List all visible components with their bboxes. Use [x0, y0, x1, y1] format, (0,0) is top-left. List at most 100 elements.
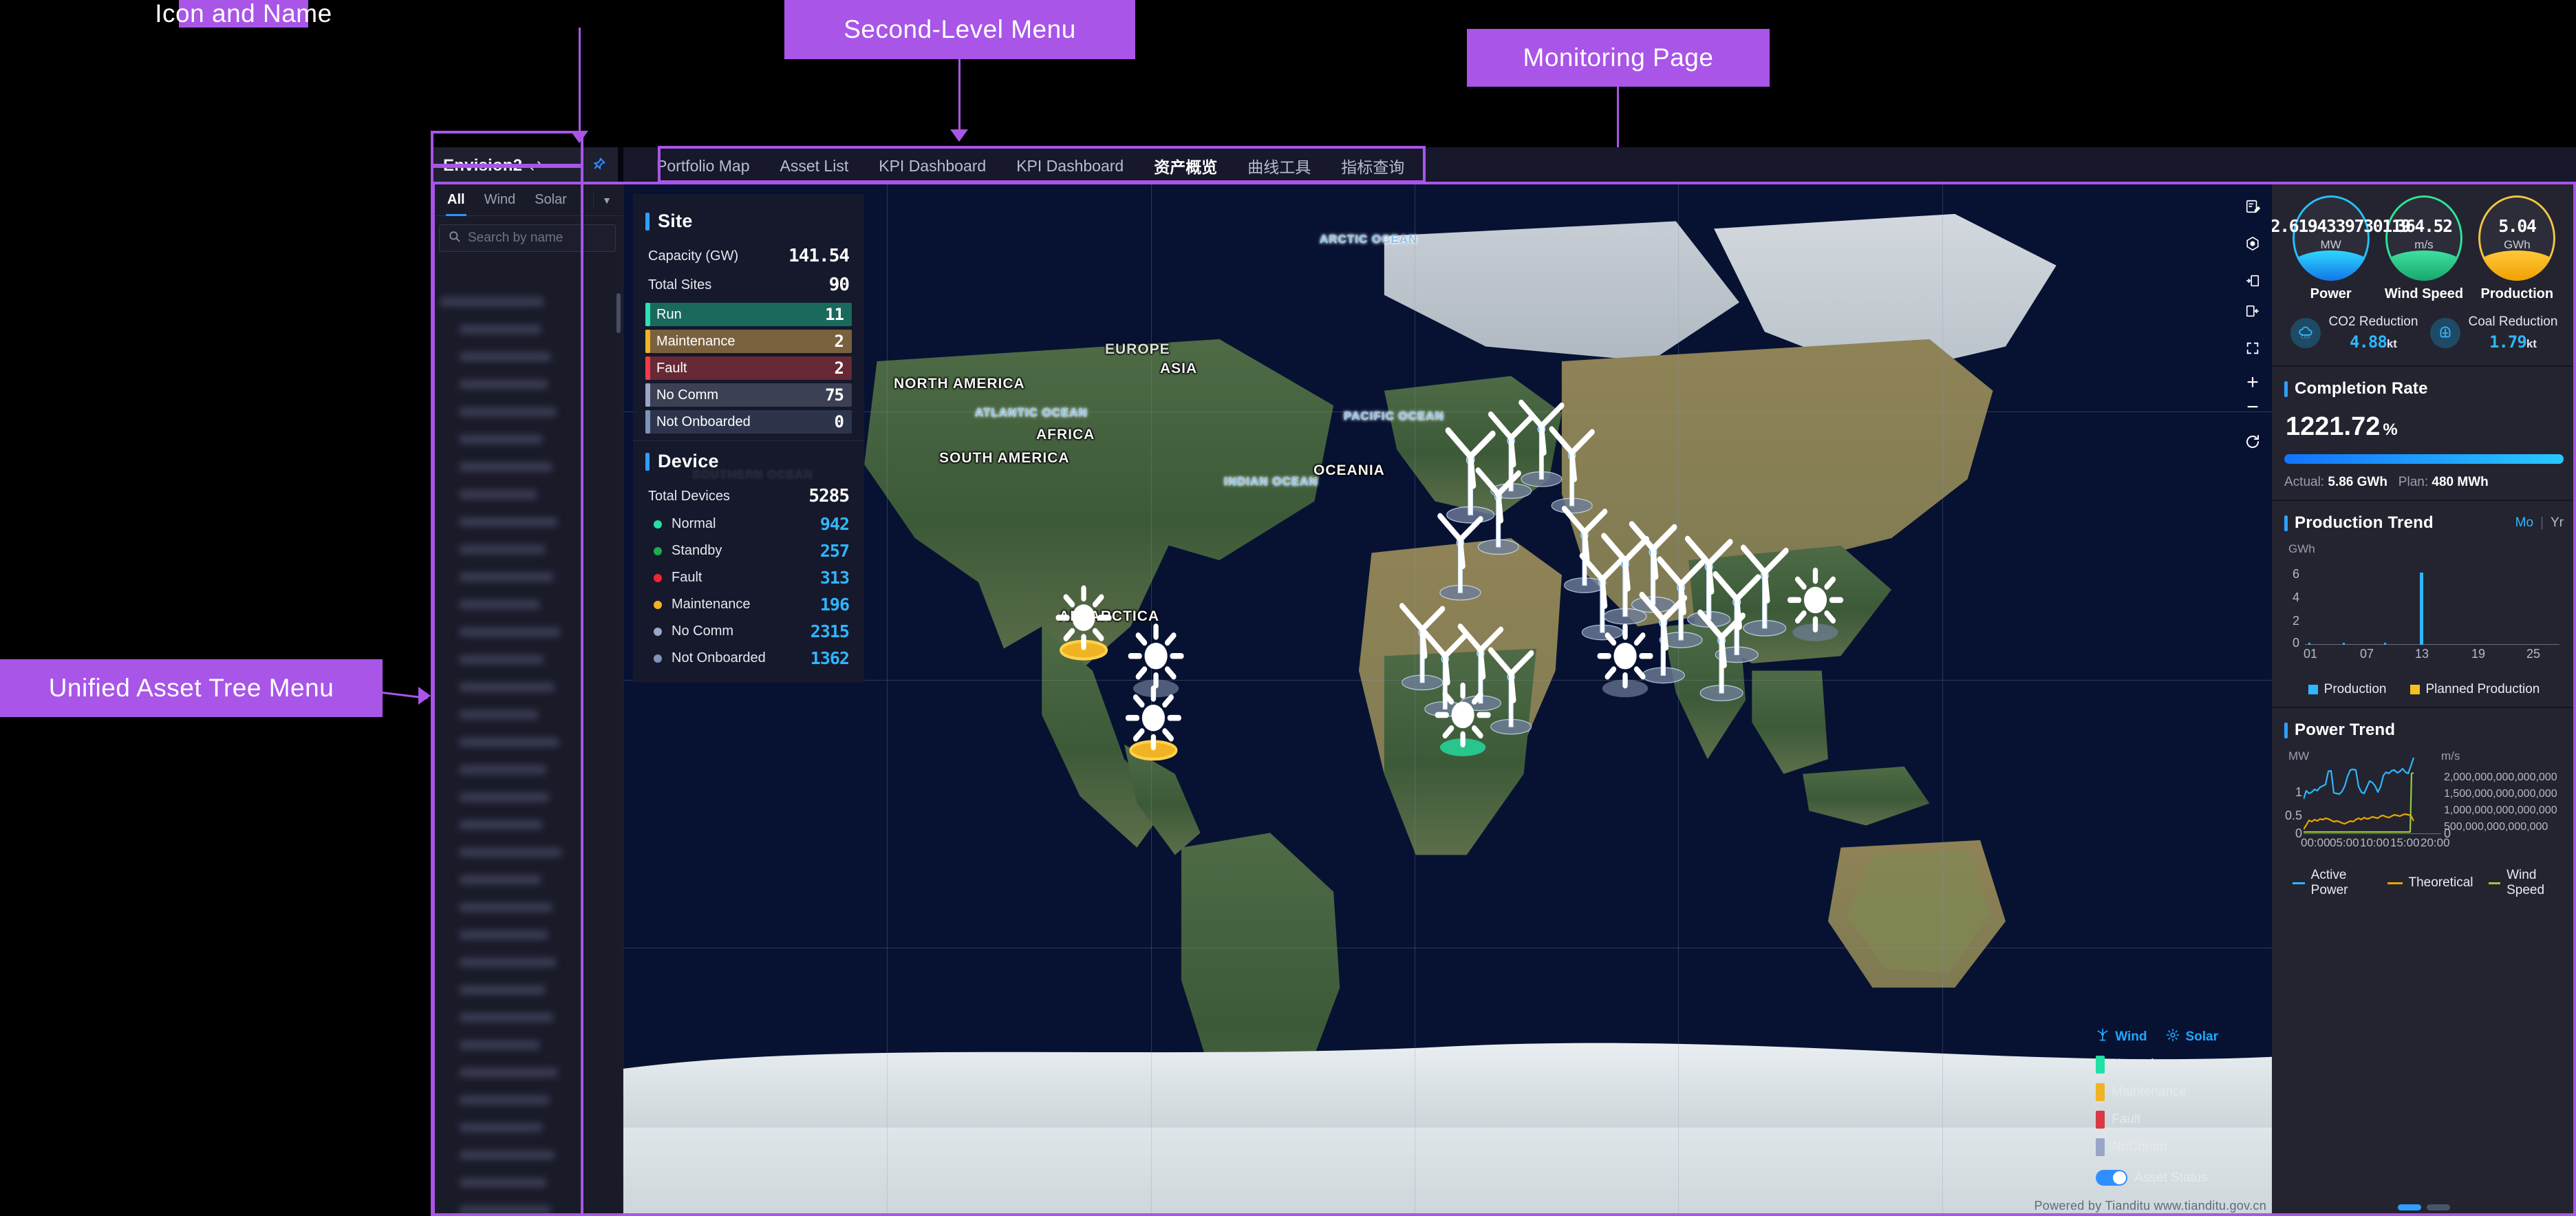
list-item[interactable]	[432, 508, 623, 535]
menu-item-asset-list[interactable]: Asset List	[765, 147, 864, 184]
site-status-no-comm[interactable]: No Comm 75	[645, 383, 852, 407]
list-item[interactable]	[432, 1003, 623, 1031]
menu-item-metric-query[interactable]: 指标查询	[1326, 147, 1419, 184]
list-item[interactable]	[432, 1031, 623, 1058]
gauge-power[interactable]: 632.6194339730119 MW Power	[2286, 195, 2376, 302]
device-row-maintenance[interactable]: Maintenance196	[633, 591, 864, 618]
legend-status-nocomm[interactable]: NoComm	[2096, 1138, 2218, 1156]
gauge-production[interactable]: 5.04 GWh Production	[2472, 195, 2562, 302]
legend-active-power[interactable]: Active Power	[2293, 868, 2372, 898]
menu-item-asset-overview[interactable]: 资产概览	[1139, 147, 1232, 184]
brand-block[interactable]: Envision2 ⇌	[432, 147, 618, 184]
pin-icon[interactable]	[592, 156, 607, 175]
map-canvas[interactable]: ARCTIC OCEAN ATLANTIC OCEAN PACIFIC OCEA…	[623, 184, 2272, 1216]
expand-left-panel-icon[interactable]	[2237, 266, 2268, 296]
device-row-no-comm[interactable]: No Comm2315	[633, 618, 864, 645]
annotation-leader-line	[958, 59, 960, 131]
rail-pagination[interactable]	[2398, 1204, 2450, 1210]
device-row-fault[interactable]: Fault313	[633, 564, 864, 591]
reset-view-icon[interactable]	[2237, 427, 2268, 457]
legend-theoretical[interactable]: Theoretical	[2387, 868, 2473, 898]
search-box[interactable]	[439, 224, 616, 252]
list-item[interactable]	[432, 480, 623, 508]
menu-item-kpi-dashboard-1[interactable]: KPI Dashboard	[863, 147, 1001, 184]
list-item[interactable]	[432, 1113, 623, 1141]
legend-wind[interactable]: Wind	[2096, 1028, 2147, 1046]
list-item[interactable]	[432, 563, 623, 590]
asset-tree-tab-wind[interactable]: Wind	[475, 184, 526, 216]
asset-tree-list[interactable]	[432, 288, 623, 1216]
site-status-not-onboarded[interactable]: Not Onboarded 0	[645, 410, 852, 434]
zoom-out-icon[interactable]: −	[2237, 395, 2268, 420]
site-status-maintenance[interactable]: Maintenance 2	[645, 330, 852, 353]
legend-solar[interactable]: Solar	[2166, 1028, 2218, 1046]
annotation-arrow	[950, 129, 968, 142]
portfolio-map[interactable]: ARCTIC OCEAN ATLANTIC OCEAN PACIFIC OCEA…	[623, 184, 2272, 1216]
fullscreen-icon[interactable]	[2237, 333, 2268, 363]
list-item[interactable]	[432, 893, 623, 921]
device-row-standby[interactable]: Standby257	[633, 537, 864, 564]
legend-status-maintenance[interactable]: Maintenance	[2096, 1083, 2218, 1101]
list-item[interactable]	[432, 1058, 623, 1086]
legend-production[interactable]: Production	[2308, 682, 2387, 697]
list-item[interactable]	[432, 838, 623, 866]
menu-item-curve-tool[interactable]: 曲线工具	[1232, 147, 1326, 184]
list-item[interactable]	[432, 811, 623, 838]
list-item[interactable]	[432, 673, 623, 701]
map-site-markers[interactable]	[623, 184, 2272, 1216]
list-item[interactable]	[432, 1169, 623, 1196]
y-tick-right: 1,500,000,000,000,000	[2444, 788, 2554, 800]
list-item[interactable]	[432, 370, 623, 398]
power-trend-chart[interactable]: MW m/s 1 0.5 0 2,000,000,000,000,000 1,5…	[2284, 749, 2564, 853]
asset-tree-tab-all[interactable]: All	[438, 184, 475, 216]
list-item[interactable]	[432, 453, 623, 480]
list-item[interactable]	[432, 756, 623, 783]
asset-tree-tab-solar[interactable]: Solar	[525, 184, 577, 216]
list-item[interactable]	[432, 1196, 623, 1216]
list-item[interactable]	[432, 535, 623, 563]
list-item[interactable]	[432, 343, 623, 370]
collapse-right-panel-icon[interactable]	[2237, 296, 2268, 326]
list-item[interactable]	[432, 921, 623, 948]
list-item[interactable]	[432, 590, 623, 618]
list-item[interactable]	[432, 288, 623, 315]
list-item[interactable]	[432, 646, 623, 673]
list-item[interactable]	[432, 701, 623, 728]
range-month-button[interactable]: Mo	[2515, 515, 2533, 531]
list-item[interactable]	[432, 1086, 623, 1113]
menu-item-kpi-dashboard-2[interactable]: KPI Dashboard	[1001, 147, 1139, 184]
locate-icon[interactable]	[2237, 228, 2268, 259]
device-row-normal[interactable]: Normal942	[633, 511, 864, 537]
list-item[interactable]	[432, 425, 623, 453]
legend-label: Active Power	[2311, 868, 2372, 898]
list-item[interactable]	[432, 398, 623, 425]
legend-wind-speed[interactable]: Wind Speed	[2489, 868, 2564, 898]
gauge-wind-speed[interactable]: 364.52 m/s Wind Speed	[2379, 195, 2469, 302]
gauge-name: Wind Speed	[2385, 286, 2463, 302]
site-status-fault[interactable]: Fault 2	[645, 356, 852, 380]
asset-status-toggle-row[interactable]: Asset Status	[2096, 1170, 2218, 1186]
menu-item-portfolio-map[interactable]: Portfolio Map	[641, 147, 765, 184]
swap-icon[interactable]: ⇌	[529, 157, 541, 175]
legend-status-normal[interactable]: Normal	[2096, 1056, 2218, 1074]
list-item[interactable]	[432, 618, 623, 646]
list-item[interactable]	[432, 783, 623, 811]
annotate-icon[interactable]	[2237, 191, 2268, 222]
production-trend-chart[interactable]: GWh 6 4 2 0 01 07 13 19 25	[2284, 542, 2564, 663]
list-item[interactable]	[432, 315, 623, 343]
asset-status-toggle[interactable]	[2096, 1170, 2127, 1186]
list-item[interactable]	[432, 728, 623, 756]
list-item[interactable]	[432, 866, 623, 893]
legend-planned-production[interactable]: Planned Production	[2410, 682, 2540, 697]
range-year-button[interactable]: Yr	[2551, 515, 2564, 531]
legend-status-fault[interactable]: Fault	[2096, 1111, 2218, 1129]
list-item[interactable]	[432, 976, 623, 1003]
zoom-in-icon[interactable]: +	[2237, 370, 2268, 395]
chevron-down-icon[interactable]: ▼	[593, 192, 617, 209]
device-row-not-onboarded[interactable]: Not Onboarded1362	[633, 645, 864, 672]
search-input[interactable]	[468, 231, 636, 246]
list-item[interactable]	[432, 948, 623, 976]
site-status-run[interactable]: Run 11	[645, 303, 852, 326]
status-value: 2	[835, 359, 844, 378]
list-item[interactable]	[432, 1141, 623, 1169]
